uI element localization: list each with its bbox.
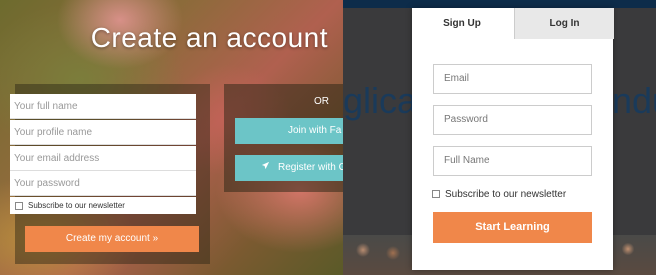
email-input[interactable] bbox=[444, 73, 591, 84]
full-name-field[interactable] bbox=[433, 146, 592, 176]
password-field[interactable] bbox=[433, 105, 592, 135]
paper-plane-icon bbox=[261, 155, 270, 181]
newsletter-checkbox[interactable] bbox=[15, 201, 23, 210]
register-google-label: Register with G bbox=[278, 162, 343, 173]
email-field[interactable] bbox=[433, 64, 592, 94]
create-account-panel: Create an account Subscribe to our newsl… bbox=[0, 0, 343, 275]
newsletter-checkbox[interactable] bbox=[432, 190, 440, 199]
auth-modal: Sign Up Log In Subscribe to our newslett… bbox=[412, 8, 614, 270]
top-nav-bar bbox=[343, 0, 656, 8]
background-heading-right: ndu bbox=[612, 80, 656, 121]
full-name-input[interactable] bbox=[14, 101, 196, 112]
join-facebook-button[interactable]: Join with Fa bbox=[235, 118, 343, 144]
register-google-button[interactable]: Register with G bbox=[235, 155, 343, 181]
newsletter-label: Subscribe to our newsletter bbox=[445, 189, 567, 200]
full-name-input[interactable] bbox=[444, 155, 591, 166]
password-field[interactable] bbox=[10, 171, 196, 196]
profile-name-field[interactable] bbox=[10, 120, 196, 145]
email-input[interactable] bbox=[14, 153, 196, 164]
create-account-button[interactable]: Create my account » bbox=[25, 226, 199, 252]
join-facebook-label: Join with Fa bbox=[288, 125, 342, 136]
newsletter-label: Subscribe to our newsletter bbox=[28, 201, 125, 210]
password-input[interactable] bbox=[444, 114, 591, 125]
newsletter-row: Subscribe to our newsletter bbox=[432, 189, 566, 200]
tab-sign-up[interactable]: Sign Up bbox=[412, 8, 512, 39]
profile-name-input[interactable] bbox=[14, 127, 196, 138]
password-input[interactable] bbox=[14, 178, 196, 189]
full-name-field[interactable] bbox=[10, 94, 196, 119]
newsletter-row: Subscribe to our newsletter bbox=[10, 197, 196, 214]
page-title: Create an account bbox=[90, 22, 328, 53]
start-learning-button[interactable]: Start Learning bbox=[433, 212, 592, 243]
tab-log-in[interactable]: Log In bbox=[514, 8, 614, 39]
email-field[interactable] bbox=[10, 146, 196, 171]
or-divider: OR bbox=[314, 96, 329, 107]
